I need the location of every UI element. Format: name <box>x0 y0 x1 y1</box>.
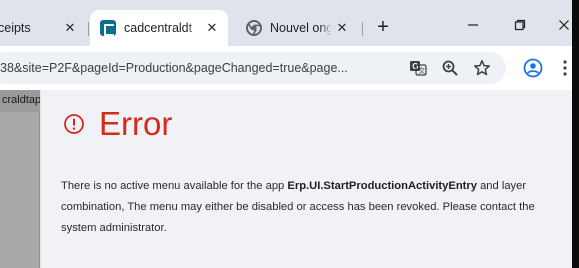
minimize-button[interactable] <box>458 12 488 38</box>
browser-toolbar: 38&site=P2F&pageId=Production&pageChange… <box>0 46 572 90</box>
tab-cadcentral[interactable]: cadcentraldt ✕ <box>90 10 228 46</box>
tab-title: cadcentraldt <box>124 21 193 35</box>
maximize-button[interactable] <box>505 12 535 38</box>
tab-title: ceipts <box>0 21 31 35</box>
restore-icon <box>514 19 526 31</box>
side-panel-header: craldtap <box>0 90 40 112</box>
zoom-icon[interactable] <box>438 56 462 80</box>
account-icon[interactable] <box>521 56 545 80</box>
browser-window: ceipts ✕ cadcentraldt ✕ Nouvel ongl ✕ + <box>0 0 579 268</box>
translate-icon[interactable]: G 文 <box>406 56 430 80</box>
app-name: Erp.UI.StartProductionActivityEntry <box>287 180 477 192</box>
tab-receipts[interactable]: ceipts ✕ <box>0 10 86 46</box>
url-text[interactable]: 38&site=P2F&pageId=Production&pageChange… <box>0 52 390 84</box>
error-title: Error <box>99 105 173 142</box>
tab-nouvel-onglet[interactable]: Nouvel ongl ✕ <box>236 10 358 46</box>
address-bar[interactable]: 38&site=P2F&pageId=Production&pageChange… <box>0 52 506 84</box>
tab-divider <box>362 22 363 36</box>
more-vertical-icon[interactable] <box>558 56 572 80</box>
close-icon <box>559 20 569 30</box>
close-icon[interactable]: ✕ <box>202 18 222 38</box>
close-icon[interactable]: ✕ <box>60 18 80 38</box>
error-message-start: There is no active menu available for th… <box>61 180 288 192</box>
tab-title: Nouvel ongl <box>270 21 332 35</box>
app-favicon-icon <box>100 20 116 36</box>
screen-edge <box>572 0 579 268</box>
side-panel: craldtap <box>0 90 40 268</box>
star-icon[interactable] <box>470 56 494 80</box>
svg-text:文: 文 <box>418 66 425 75</box>
side-panel-label: craldtap <box>2 94 40 106</box>
tab-strip: ceipts ✕ cadcentraldt ✕ Nouvel ongl ✕ + <box>0 0 572 46</box>
new-tab-button[interactable]: + <box>370 14 396 40</box>
error-circle-icon <box>64 114 84 134</box>
error-message: There is no active menu available for th… <box>61 176 541 239</box>
chrome-icon <box>246 20 262 36</box>
close-icon[interactable]: ✕ <box>332 18 352 38</box>
minimize-icon <box>468 24 478 26</box>
tab-divider <box>88 22 89 36</box>
